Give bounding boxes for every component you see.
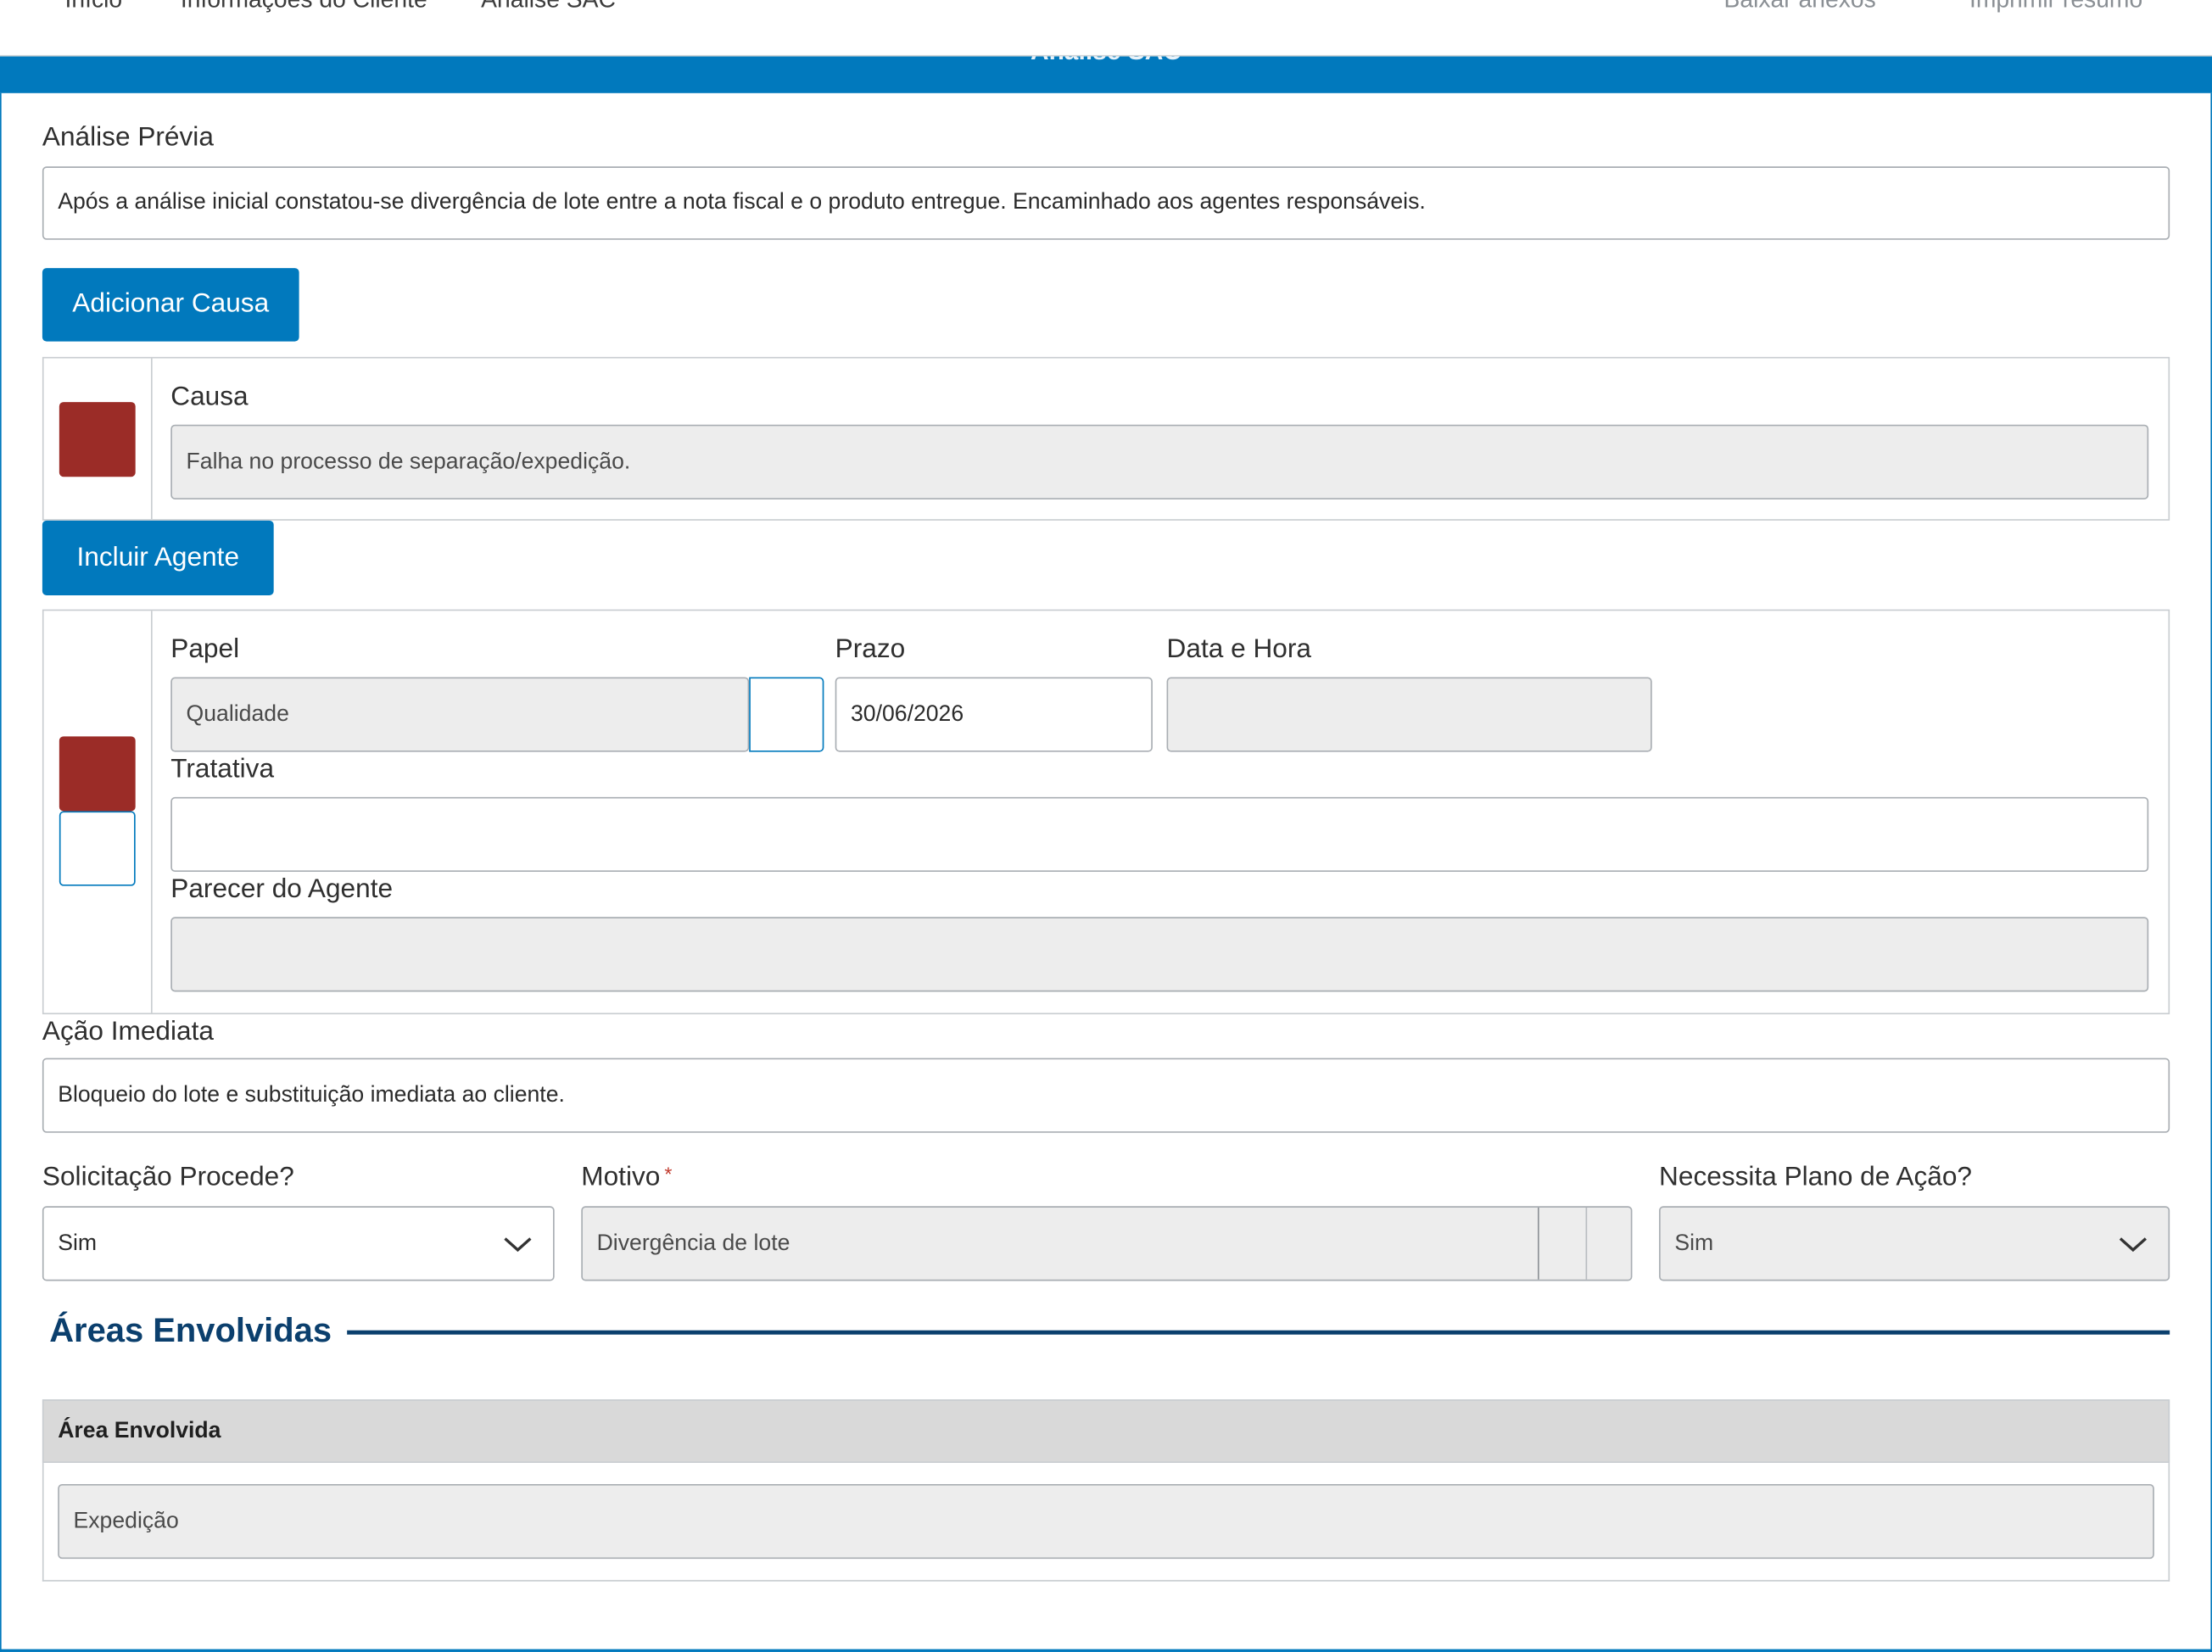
plano-acao-value: Sim [1674, 1231, 1714, 1255]
section-banner: Análise SAC [0, 56, 2212, 93]
acao-imediata-label: Ação Imediata [42, 1017, 214, 1047]
cause-panel: Causa Falha no processo de separação/exp… [42, 356, 2170, 521]
papel-label: Papel [170, 634, 240, 665]
acao-imediata-field[interactable]: Bloqueio do lote e substituição imediata… [42, 1058, 2170, 1133]
motivo-value: Divergência de lote [596, 1231, 790, 1255]
analise-previa-label: Análise Prévia [42, 122, 214, 153]
nav-link-analise-sac[interactable]: Análise SAC [481, 0, 616, 14]
download-attachments-link[interactable]: Baixar anexos [1724, 0, 1876, 14]
data-hora-field[interactable] [1166, 677, 1652, 752]
analise-previa-field[interactable]: Após a análise inicial constatou-se dive… [42, 166, 2170, 240]
section-banner-title: Análise SAC [0, 57, 2212, 67]
analise-previa-value: Após a análise inicial constatou-se dive… [58, 190, 1426, 215]
required-marker: * [664, 1162, 673, 1186]
agent-panel-divider [150, 611, 153, 1013]
plano-acao-select[interactable]: Sim [1659, 1206, 2170, 1281]
area-envolvida-value: Expedição [73, 1509, 179, 1533]
parecer-label: Parecer do Agente [170, 874, 394, 905]
motivo-clear-button[interactable] [1539, 1208, 1586, 1280]
table-row[interactable]: Expedição [58, 1484, 2154, 1560]
add-agent-button[interactable]: Incluir Agente [42, 520, 274, 595]
cause-value: Falha no processo de separação/expedição… [186, 449, 631, 474]
prazo-value: 30/06/2026 [850, 701, 964, 726]
motivo-field[interactable]: Divergência de lote [581, 1206, 1633, 1281]
add-cause-button[interactable]: Adicionar Causa [42, 268, 299, 342]
section-divider [347, 1330, 2170, 1335]
nav-link-inicio[interactable]: Início [65, 0, 123, 14]
cause-label: Causa [170, 382, 249, 412]
prazo-field[interactable]: 30/06/2026 [835, 677, 1153, 752]
solicitacao-procede-select[interactable]: Sim [42, 1206, 555, 1281]
agent-panel: Papel Qualidade Prazo 30/06/2026 Data e … [42, 609, 2170, 1015]
papel-field[interactable]: Qualidade [170, 677, 750, 752]
cause-panel-divider [150, 358, 153, 520]
papel-lookup-button[interactable] [749, 677, 824, 752]
data-hora-label: Data e Hora [1166, 634, 1311, 665]
tratativa-label: Tratativa [170, 754, 275, 784]
nav-link-informacoes-cliente[interactable]: Informações do Cliente [181, 0, 427, 14]
areas-envolvidas-title: Áreas Envolvidas [49, 1312, 332, 1350]
plano-acao-label: Necessita Plano de Ação? [1659, 1162, 1972, 1192]
areas-table-body: Expedição [42, 1463, 2170, 1582]
prazo-label: Prazo [835, 634, 906, 665]
remove-agent-button[interactable] [59, 736, 136, 812]
papel-value: Qualidade [186, 701, 289, 726]
chevron-down-icon [502, 1208, 533, 1280]
tratativa-field[interactable] [170, 796, 2149, 873]
print-summary-link[interactable]: Imprimir resumo [1969, 0, 2142, 14]
remove-cause-button[interactable] [59, 402, 136, 477]
area-envolvida-column-header: Área Envolvida [58, 1418, 221, 1443]
solicitacao-procede-value: Sim [58, 1231, 98, 1255]
motivo-label: Motivo * [581, 1162, 673, 1192]
solicitacao-procede-label: Solicitação Procede? [42, 1162, 294, 1192]
areas-table-header: Área Envolvida [42, 1399, 2170, 1464]
cause-field[interactable]: Falha no processo de separação/expedição… [170, 424, 2149, 500]
motivo-lookup-button[interactable] [1587, 1208, 1631, 1280]
parecer-field[interactable] [170, 917, 2149, 992]
top-navigation: Início Informações do Cliente Análise SA… [0, 0, 2212, 57]
acao-imediata-value: Bloqueio do lote e substituição imediata… [58, 1082, 565, 1108]
chevron-down-icon [2118, 1208, 2149, 1280]
agent-secondary-button[interactable] [59, 811, 136, 886]
